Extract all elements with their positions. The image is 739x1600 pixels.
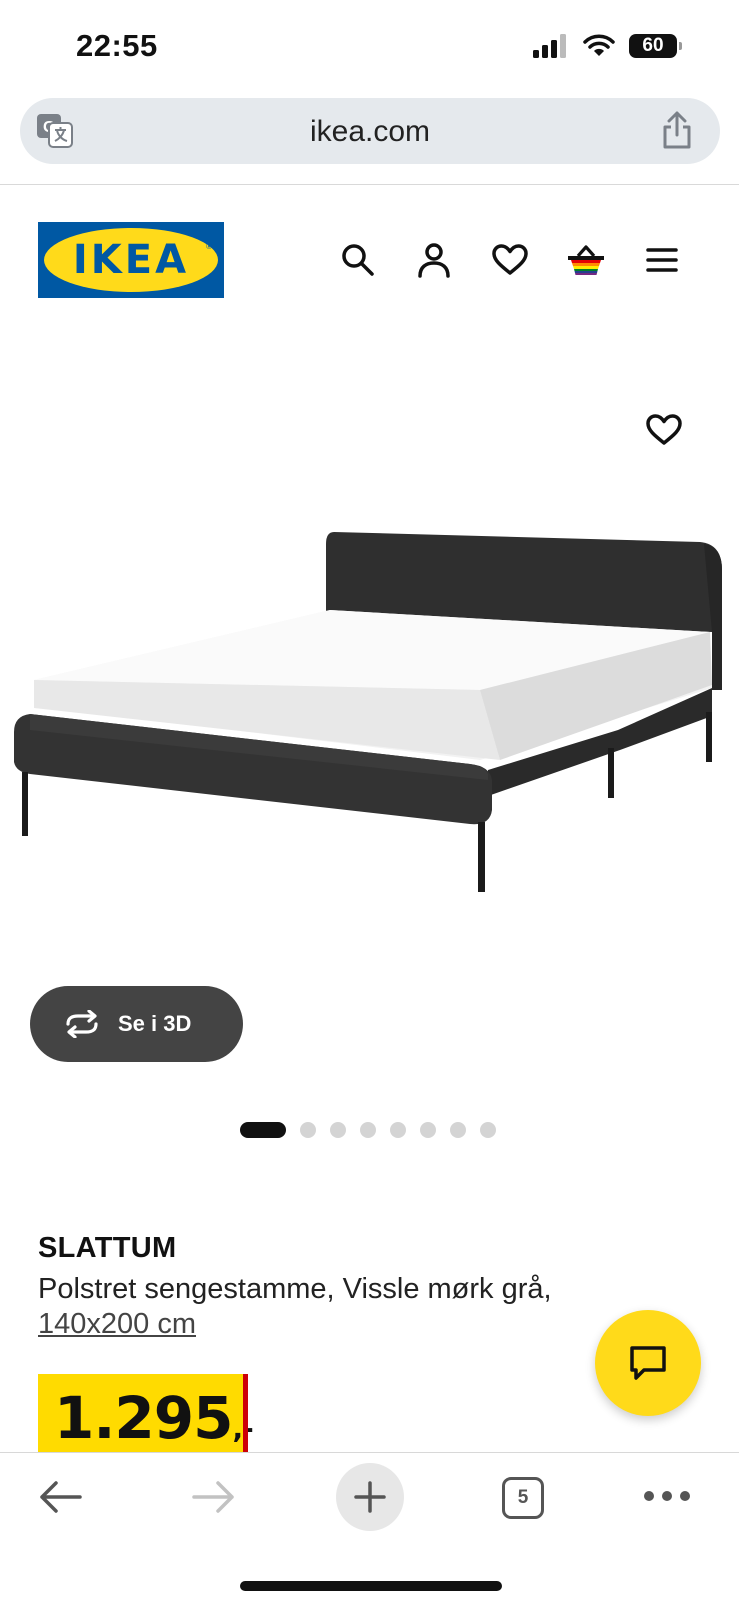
carousel-dot[interactable] xyxy=(360,1122,376,1138)
url-text[interactable]: ikea.com xyxy=(20,115,720,149)
carousel-dot[interactable] xyxy=(300,1122,316,1138)
menu-icon[interactable] xyxy=(642,240,682,280)
wishlist-heart-icon[interactable] xyxy=(642,408,686,452)
battery-level: 60 xyxy=(642,35,664,56)
home-indicator[interactable] xyxy=(240,1581,502,1591)
heart-icon[interactable] xyxy=(490,240,530,280)
new-tab-button[interactable] xyxy=(336,1463,404,1531)
price-suffix: ,- xyxy=(232,1412,253,1445)
signal-icon xyxy=(533,34,566,58)
product-size-link[interactable]: 140x200 cm xyxy=(38,1308,196,1341)
status-time: 22:55 xyxy=(76,28,158,63)
status-icons: 60 xyxy=(533,34,682,58)
battery-icon: 60 xyxy=(629,34,682,58)
product-image[interactable] xyxy=(0,340,739,980)
rotate-3d-icon xyxy=(66,1010,98,1038)
wifi-icon xyxy=(583,34,615,56)
account-icon[interactable] xyxy=(414,240,454,280)
header-icons xyxy=(338,240,682,280)
carousel-dot[interactable] xyxy=(480,1122,496,1138)
divider xyxy=(0,184,739,185)
search-icon[interactable] xyxy=(338,240,378,280)
forward-arrow-icon[interactable] xyxy=(190,1475,238,1519)
share-icon[interactable] xyxy=(660,110,694,150)
product-name: SLATTUM xyxy=(38,1232,177,1264)
price-value: 1.295,- xyxy=(54,1384,254,1452)
plus-icon xyxy=(354,1481,386,1513)
carousel-dot[interactable] xyxy=(450,1122,466,1138)
view-3d-label: Se i 3D xyxy=(118,1011,192,1036)
logo-text: IKEA xyxy=(72,237,190,283)
tabs-button[interactable]: 5 xyxy=(502,1477,544,1519)
back-arrow-icon[interactable] xyxy=(36,1475,84,1519)
basket-icon[interactable] xyxy=(566,240,606,280)
address-bar[interactable]: G ikea.com xyxy=(20,98,720,164)
tab-count: 5 xyxy=(517,1487,529,1508)
ikea-logo[interactable]: IKEA ® xyxy=(38,222,224,298)
view-3d-button[interactable]: Se i 3D xyxy=(30,986,243,1062)
carousel-dot[interactable] xyxy=(390,1122,406,1138)
chat-button[interactable] xyxy=(595,1310,701,1416)
image-carousel-dots[interactable] xyxy=(240,1122,496,1138)
product-description: Polstret sengestamme, Vissle mørk grå, xyxy=(38,1273,552,1305)
price-amount: 1.295 xyxy=(54,1384,233,1452)
carousel-dot[interactable] xyxy=(420,1122,436,1138)
carousel-dot-active[interactable] xyxy=(240,1122,286,1138)
chat-icon xyxy=(630,1346,666,1380)
more-menu-icon[interactable] xyxy=(644,1491,690,1501)
price-tag: 1.295,- xyxy=(38,1374,254,1454)
status-bar: 22:55 60 xyxy=(0,0,739,96)
browser-toolbar: 5 xyxy=(0,1452,739,1600)
carousel-dot[interactable] xyxy=(330,1122,346,1138)
registered-mark: ® xyxy=(206,242,212,251)
